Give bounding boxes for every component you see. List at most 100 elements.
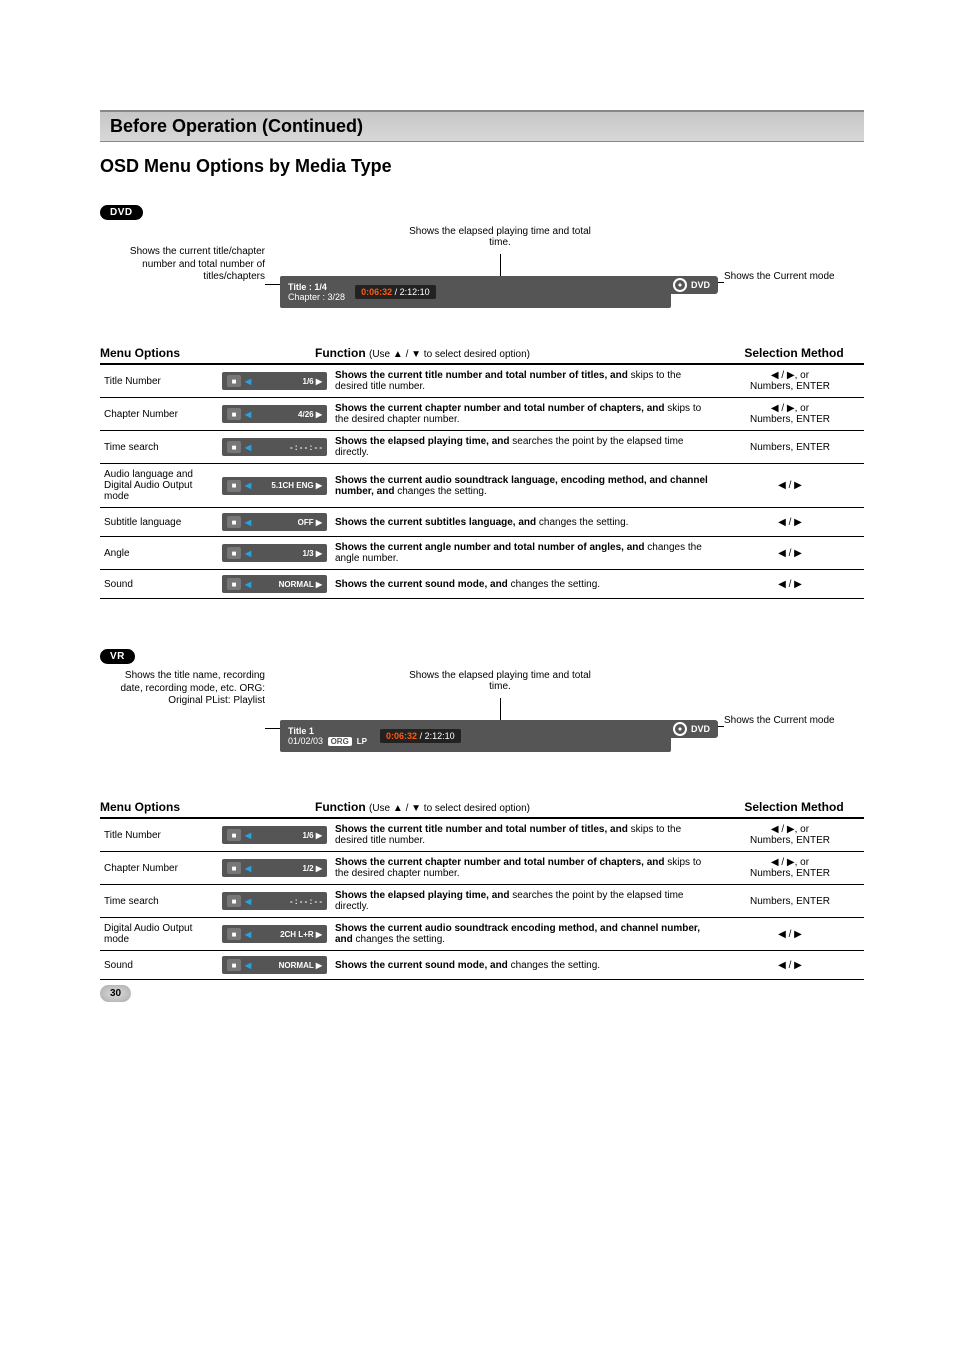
row-function: Shows the current subtitles language, an… <box>331 508 716 537</box>
row-pill-cell: ■ ◀ - : - - : - - <box>218 885 331 918</box>
row-function: Shows the current angle number and total… <box>331 537 716 570</box>
row-label: Digital Audio Output mode <box>100 918 218 951</box>
time-display: 0:06:32 / 2:12:10 <box>355 285 436 299</box>
row-label: Angle <box>100 537 218 570</box>
play-icon: ▶ <box>688 740 696 751</box>
left-arrow-icon: ◀ <box>245 410 251 419</box>
pill-value: - : - - : - - <box>255 897 322 906</box>
row-label: Sound <box>100 951 218 980</box>
row-selection: ◀ / ▶ <box>716 951 864 980</box>
mode-indicator-dvd: DVD ▶ <box>665 276 718 307</box>
row-pill-cell: ■◀1/2 ▶ <box>218 852 331 885</box>
pill-icon: ■ <box>227 862 241 874</box>
option-pill: ■◀NORMAL ▶ <box>222 956 327 974</box>
section-dvd: DVD Shows the current title/chapter numb… <box>100 205 864 599</box>
row-function: Shows the current chapter number and tot… <box>331 398 716 431</box>
vr-diagram: Shows the title name, recording date, re… <box>100 670 864 800</box>
pill-icon: ■ <box>227 578 241 590</box>
table-header-vr: Menu Options Function (Use ▲ / ▼ to sele… <box>100 800 864 819</box>
table-row: Title Number■◀1/6 ▶Shows the current tit… <box>100 365 864 398</box>
pb-vr-line2: 01/02/03 <box>288 736 323 746</box>
pill-icon: ■ <box>227 829 241 841</box>
playback-box-vr: Title 1 01/02/03 ORGLP 0:06:32 / 2:12:10 <box>280 720 671 752</box>
left-arrow-icon: ◀ <box>245 961 251 970</box>
pb-line2-label: Chapter <box>288 292 320 302</box>
pb-line2-val: : 3/28 <box>323 292 346 302</box>
row-label: Chapter Number <box>100 852 218 885</box>
disc-icon <box>673 722 687 736</box>
th-function-vr: Function <box>315 800 366 814</box>
option-pill: ■◀1/6 ▶ <box>222 372 327 390</box>
pill-icon: ■ <box>227 480 241 492</box>
play-icon: ▶ <box>688 296 696 307</box>
left-arrow-icon: ◀ <box>245 549 251 558</box>
th-selection-vr: Selection Method <box>724 800 864 814</box>
row-function: Shows the elapsed playing time, and sear… <box>331 885 716 918</box>
leader-right-dvd: Shows the Current mode <box>724 271 864 282</box>
th-options: Menu Options <box>100 346 315 360</box>
row-function: Shows the current sound mode, and change… <box>331 570 716 599</box>
table-row: Time search■◀- : - - : - -Shows the elap… <box>100 885 864 918</box>
leader-top-dvd: Shows the elapsed playing time and total… <box>400 226 600 248</box>
left-arrow-icon: ◀ <box>245 897 251 906</box>
elapsed-time: 0:06:32 <box>361 287 392 297</box>
row-label: Subtitle language <box>100 508 218 537</box>
table-row: Chapter Number■◀1/2 ▶Shows the current c… <box>100 852 864 885</box>
pill-value: 2CH L+R ▶ <box>255 930 322 939</box>
table-row: Digital Audio Output mode■◀2CH L+R ▶Show… <box>100 918 864 951</box>
row-selection: ◀ / ▶, orNumbers, ENTER <box>716 819 864 852</box>
left-arrow-icon: ◀ <box>245 580 251 589</box>
row-selection: ◀ / ▶ <box>716 508 864 537</box>
leader-left-vr: Shows the title name, recording date, re… <box>100 670 265 708</box>
section-vr: VR Shows the title name, recording date,… <box>100 649 864 980</box>
row-selection: ◀ / ▶ <box>716 918 864 951</box>
row-selection: ◀ / ▶, orNumbers, ENTER <box>716 365 864 398</box>
row-pill-cell: ■◀- : - - : - - <box>218 431 331 464</box>
pill-value: - : - - : - - <box>255 443 322 452</box>
pill-value: 1/3 ▶ <box>255 549 322 558</box>
row-function: Shows the current sound mode, and change… <box>331 951 716 980</box>
option-pill: ■◀2CH L+R ▶ <box>222 925 327 943</box>
row-pill-cell: ■◀1/6 ▶ <box>218 819 331 852</box>
pill-icon: ■ <box>227 895 241 907</box>
pill-icon: ■ <box>227 408 241 420</box>
page-title: Before Operation (Continued) <box>110 116 363 136</box>
th-selection: Selection Method <box>724 346 864 360</box>
vr-badge: VR <box>100 649 135 664</box>
page-number: 30 <box>100 985 131 1002</box>
pill-value: NORMAL ▶ <box>255 580 322 589</box>
row-selection: ◀ / ▶, orNumbers, ENTER <box>716 852 864 885</box>
row-selection: ◀ / ▶ <box>716 570 864 599</box>
pb-line1-val: : 1/4 <box>309 282 327 292</box>
option-pill: ■◀- : - - : - - <box>222 438 327 456</box>
row-selection: ◀ / ▶ <box>716 537 864 570</box>
row-function: Shows the current audio soundtrack encod… <box>331 918 716 951</box>
th-function-note: (Use ▲ / ▼ to select desired option) <box>369 349 530 360</box>
pill-value: OFF ▶ <box>255 518 322 527</box>
mode-text: DVD <box>691 280 710 290</box>
row-label: Sound <box>100 570 218 599</box>
left-arrow-icon: ◀ <box>245 518 251 527</box>
row-pill-cell: ■◀1/3 ▶ <box>218 537 331 570</box>
th-function: Function <box>315 346 366 360</box>
row-function: Shows the current title number and total… <box>331 365 716 398</box>
pill-icon: ■ <box>227 959 241 971</box>
row-label: Audio language and Digital Audio Output … <box>100 464 218 508</box>
pill-value: 4/26 ▶ <box>255 410 322 419</box>
table-row: Title Number■◀1/6 ▶Shows the current tit… <box>100 819 864 852</box>
row-selection: Numbers, ENTER <box>716 885 864 918</box>
table-row: Time search■◀- : - - : - -Shows the elap… <box>100 431 864 464</box>
pill-icon: ■ <box>227 375 241 387</box>
page-subtitle: OSD Menu Options by Media Type <box>100 156 864 177</box>
leader-left-dvd: Shows the current title/chapter number a… <box>100 246 265 284</box>
th-function-note-vr: (Use ▲ / ▼ to select desired option) <box>369 803 530 814</box>
row-label: Time search <box>100 431 218 464</box>
mode-indicator-vr: DVD ▶ <box>665 720 718 751</box>
leader-right-vr: Shows the Current mode <box>724 715 864 726</box>
row-selection: ◀ / ▶ <box>716 464 864 508</box>
table-row: Subtitle language■◀OFF ▶Shows the curren… <box>100 508 864 537</box>
row-pill-cell: ■◀1/6 ▶ <box>218 365 331 398</box>
option-pill: ■ ◀ 4/26 ▶ <box>222 405 327 423</box>
elapsed-time-vr: 0:06:32 <box>386 731 417 741</box>
time-sep-vr: / <box>417 731 425 741</box>
